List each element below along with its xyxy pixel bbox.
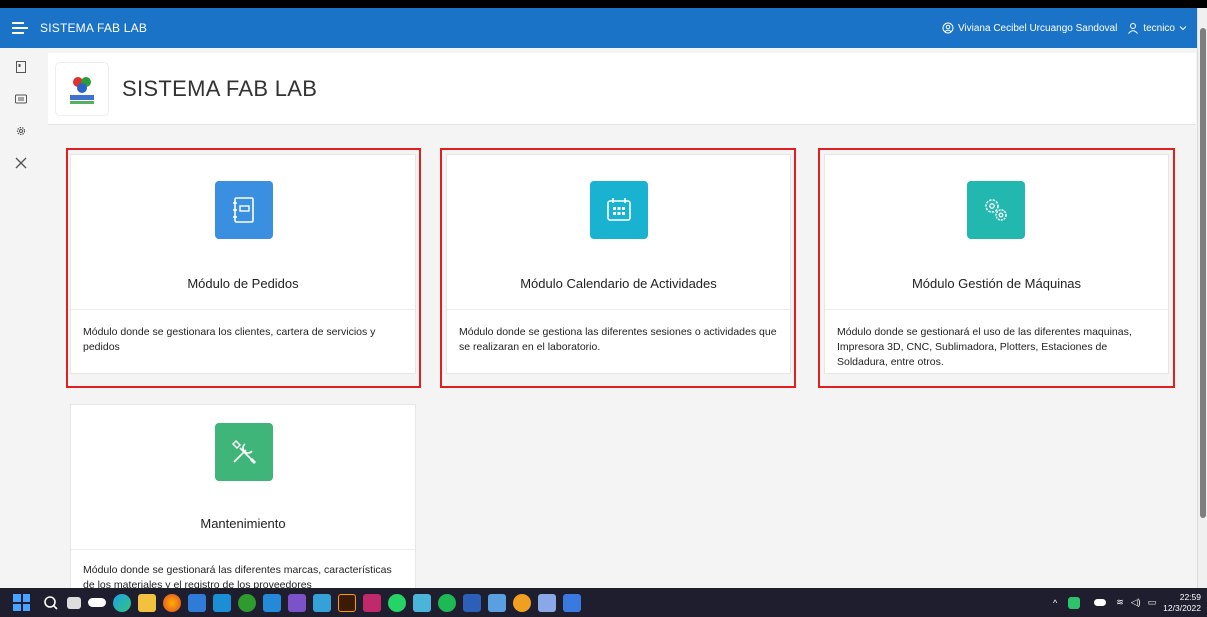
xbox-icon[interactable] xyxy=(238,593,256,612)
task-view-icon[interactable] xyxy=(67,596,81,609)
document-icon xyxy=(16,61,26,73)
app-blue-icon[interactable] xyxy=(563,593,581,612)
visual-studio-icon[interactable] xyxy=(288,593,306,612)
user-circle-icon xyxy=(942,22,954,34)
firefox-icon[interactable] xyxy=(163,593,181,612)
user-icon xyxy=(1128,23,1139,34)
volume-icon[interactable]: ◁) xyxy=(1131,597,1141,608)
sidebar-item-document[interactable] xyxy=(10,56,32,78)
page-title: SISTEMA FAB LAB xyxy=(122,75,318,101)
chevron-up-icon[interactable]: ^ xyxy=(1053,598,1057,608)
whatsapp-icon[interactable] xyxy=(388,593,406,612)
taskbar-clock[interactable]: 22:59 12/3/2022 xyxy=(1163,592,1201,614)
clock-time: 22:59 xyxy=(1179,591,1201,602)
illustrator-icon[interactable] xyxy=(338,593,356,612)
app-screen: SISTEMA FAB LAB Viviana Cecibel Urcuango… xyxy=(0,8,1207,617)
wrench-screwdriver-icon xyxy=(232,440,257,465)
card-divider xyxy=(71,549,415,550)
module-card-mantenimiento[interactable]: Mantenimiento Módulo donde se gestionará… xyxy=(70,404,416,594)
vscode-icon[interactable] xyxy=(263,593,281,612)
mail-icon[interactable] xyxy=(188,593,206,612)
windows-taskbar: ^ ≋ ◁) ▭ 22:59 12/3/2022 xyxy=(0,588,1207,617)
gear-icon xyxy=(16,126,26,136)
app-cube-icon[interactable] xyxy=(313,593,331,612)
user-fullname-group: Viviana Cecibel Urcuango Sandoval xyxy=(942,22,1117,34)
fab-lab-logo xyxy=(56,62,108,115)
clock-date: 12/3/2022 xyxy=(1163,602,1201,613)
sidebar-item-settings[interactable] xyxy=(10,120,32,142)
onedrive-icon[interactable] xyxy=(88,598,106,607)
sidebar-item-card[interactable] xyxy=(10,88,32,110)
user-fullname: Viviana Cecibel Urcuango Sandoval xyxy=(957,22,1118,34)
highlight-box-pedidos xyxy=(66,148,421,388)
user-menu[interactable]: tecnico xyxy=(1127,22,1187,34)
app-slack-icon[interactable] xyxy=(413,593,431,612)
page-header: SISTEMA FAB LAB xyxy=(48,53,1196,125)
app-orange-icon[interactable] xyxy=(513,593,531,612)
edge-icon[interactable] xyxy=(113,593,131,612)
app-lamp-icon[interactable] xyxy=(488,593,506,612)
hamburger-menu-icon[interactable] xyxy=(12,21,30,35)
battery-icon[interactable]: ▭ xyxy=(1148,597,1157,608)
search-icon[interactable] xyxy=(42,594,60,612)
card-icon xyxy=(15,94,27,104)
vertical-scrollbar[interactable] xyxy=(1197,8,1207,588)
tools-icon xyxy=(15,157,27,169)
onedrive-tray-icon[interactable] xyxy=(1093,599,1106,606)
sidebar-item-tools[interactable] xyxy=(10,152,32,174)
windows-start-icon[interactable] xyxy=(13,594,30,611)
username-label: tecnico xyxy=(1143,22,1175,34)
scrollbar-thumb[interactable] xyxy=(1200,28,1206,518)
sidebar xyxy=(0,48,42,588)
fab-lab-logo-graphic xyxy=(70,76,94,104)
module-title: Mantenimiento xyxy=(200,516,286,531)
wifi-icon[interactable]: ≋ xyxy=(1116,597,1124,608)
word-icon[interactable] xyxy=(463,593,481,612)
app-title[interactable]: SISTEMA FAB LAB xyxy=(40,21,147,35)
app-l-icon[interactable] xyxy=(213,593,231,612)
spotify-icon[interactable] xyxy=(438,593,456,612)
app-monitor-icon[interactable] xyxy=(538,593,556,612)
network-app-icon[interactable] xyxy=(1067,596,1080,609)
chevron-down-icon xyxy=(1179,26,1187,31)
top-navbar: SISTEMA FAB LAB Viviana Cecibel Urcuango… xyxy=(0,8,1197,48)
module-icon-box xyxy=(215,423,273,481)
file-explorer-icon[interactable] xyxy=(138,593,156,612)
highlight-box-calendario xyxy=(440,148,796,388)
system-tray: ^ ≋ ◁) ▭ 22:59 12/3/2022 xyxy=(1053,588,1201,617)
highlight-box-maquinas xyxy=(818,148,1175,388)
app-pink-icon[interactable] xyxy=(363,593,381,612)
